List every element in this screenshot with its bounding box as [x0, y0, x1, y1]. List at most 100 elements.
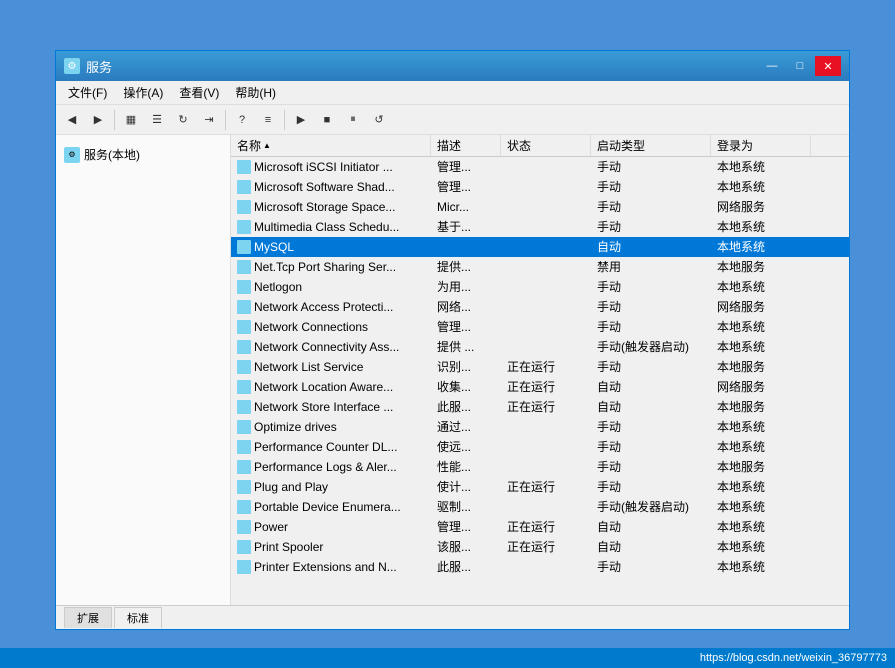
close-button[interactable]: ✕ [815, 56, 841, 76]
window-title: 服务 [86, 57, 112, 76]
properties-button[interactable]: ≡ [256, 108, 280, 132]
service-startup: 禁用 [591, 257, 711, 276]
menu-view[interactable]: 查看(V) [171, 82, 227, 103]
list-body[interactable]: Microsoft iSCSI Initiator ... 管理... 手动 本… [231, 157, 849, 605]
table-row[interactable]: Performance Logs & Aler... 性能... 手动 本地服务 [231, 457, 849, 477]
service-name: Multimedia Class Schedu... [231, 219, 431, 235]
service-icon [237, 560, 251, 574]
sidebar-item-local[interactable]: ⚙ 服务(本地) [60, 143, 226, 166]
service-startup: 手动 [591, 277, 711, 296]
tab-expand[interactable]: 扩展 [64, 607, 112, 628]
table-row[interactable]: Print Spooler 该服... 正在运行 自动 本地系统 [231, 537, 849, 557]
service-startup: 自动 [591, 377, 711, 396]
table-row[interactable]: Performance Counter DL... 使远... 手动 本地系统 [231, 437, 849, 457]
export-button[interactable]: ⇥ [197, 108, 221, 132]
menu-help[interactable]: 帮助(H) [227, 82, 284, 103]
table-row[interactable]: Network Access Protecti... 网络... 手动 网络服务 [231, 297, 849, 317]
toolbar-sep-2 [225, 110, 226, 130]
service-startup: 手动 [591, 457, 711, 476]
toolbar-sep-1 [114, 110, 115, 130]
back-button[interactable]: ◀ [60, 108, 84, 132]
service-login: 网络服务 [711, 197, 811, 216]
service-desc: 为用... [431, 277, 501, 296]
minimize-button[interactable]: — [759, 56, 785, 76]
table-row[interactable]: Network Connectivity Ass... 提供 ... 手动(触发… [231, 337, 849, 357]
service-name: Plug and Play [231, 479, 431, 495]
service-icon [237, 220, 251, 234]
service-login: 本地系统 [711, 277, 811, 296]
table-row[interactable]: MySQL 自动 本地系统 [231, 237, 849, 257]
service-status: 正在运行 [501, 477, 591, 496]
col-header-name[interactable]: 名称 ▲ [231, 135, 431, 156]
service-icon [237, 520, 251, 534]
service-desc: 使计... [431, 477, 501, 496]
sort-arrow: ▲ [263, 141, 271, 150]
list-button[interactable]: ☰ [145, 108, 169, 132]
service-icon [237, 400, 251, 414]
pause-button[interactable]: ⏸ [341, 108, 365, 132]
table-row[interactable]: Net.Tcp Port Sharing Ser... 提供... 禁用 本地服… [231, 257, 849, 277]
service-startup: 自动 [591, 237, 711, 256]
view-button[interactable]: ▦ [119, 108, 143, 132]
service-startup: 手动 [591, 477, 711, 496]
table-row[interactable]: Printer Extensions and N... 此服... 手动 本地系… [231, 557, 849, 577]
table-row[interactable]: Microsoft Storage Space... Micr... 手动 网络… [231, 197, 849, 217]
col-header-login[interactable]: 登录为 [711, 135, 811, 156]
service-desc: Micr... [431, 199, 501, 215]
table-row[interactable]: Microsoft Software Shad... 管理... 手动 本地系统 [231, 177, 849, 197]
service-desc: 网络... [431, 297, 501, 316]
service-desc: 通过... [431, 417, 501, 436]
menu-file[interactable]: 文件(F) [60, 82, 115, 103]
list-header: 名称 ▲ 描述 状态 启动类型 登录为 [231, 135, 849, 157]
service-desc: 管理... [431, 517, 501, 536]
stop-button[interactable]: ■ [315, 108, 339, 132]
service-startup: 手动(触发器启动) [591, 497, 711, 516]
table-row[interactable]: Power 管理... 正在运行 自动 本地系统 [231, 517, 849, 537]
tab-standard[interactable]: 标准 [114, 607, 162, 628]
col-header-startup[interactable]: 启动类型 [591, 135, 711, 156]
col-header-status[interactable]: 状态 [501, 135, 591, 156]
service-desc: 收集... [431, 377, 501, 396]
start-button[interactable]: ▶ [289, 108, 313, 132]
service-name: Network Connections [231, 319, 431, 335]
refresh-button[interactable]: ↻ [171, 108, 195, 132]
maximize-button[interactable]: □ [787, 56, 813, 76]
service-startup: 自动 [591, 397, 711, 416]
service-icon [237, 180, 251, 194]
service-desc: 管理... [431, 157, 501, 176]
table-row[interactable]: Network List Service 识别... 正在运行 手动 本地服务 [231, 357, 849, 377]
table-row[interactable]: Microsoft iSCSI Initiator ... 管理... 手动 本… [231, 157, 849, 177]
service-login: 本地服务 [711, 457, 811, 476]
service-status: 正在运行 [501, 537, 591, 556]
table-row[interactable]: Network Connections 管理... 手动 本地系统 [231, 317, 849, 337]
help-icon-btn[interactable]: ? [230, 108, 254, 132]
status-bar: https://blog.csdn.net/weixin_36797773 [0, 648, 895, 668]
table-row[interactable]: Optimize drives 通过... 手动 本地系统 [231, 417, 849, 437]
table-row[interactable]: Portable Device Enumera... 驱制... 手动(触发器启… [231, 497, 849, 517]
title-bar: ⚙ 服务 — □ ✕ [56, 51, 849, 81]
forward-button[interactable]: ▶ [86, 108, 110, 132]
service-list: 名称 ▲ 描述 状态 启动类型 登录为 Mi [231, 135, 849, 605]
service-login: 本地系统 [711, 157, 811, 176]
service-name: Microsoft iSCSI Initiator ... [231, 159, 431, 175]
table-row[interactable]: Netlogon 为用... 手动 本地系统 [231, 277, 849, 297]
table-row[interactable]: Network Store Interface ... 此服... 正在运行 自… [231, 397, 849, 417]
menu-action[interactable]: 操作(A) [115, 82, 171, 103]
service-desc: 该服... [431, 537, 501, 556]
service-icon [237, 300, 251, 314]
service-login: 本地服务 [711, 357, 811, 376]
service-startup: 手动 [591, 197, 711, 216]
service-login: 本地系统 [711, 477, 811, 496]
col-header-desc[interactable]: 描述 [431, 135, 501, 156]
restart-button[interactable]: ↺ [367, 108, 391, 132]
service-name: Network Store Interface ... [231, 399, 431, 415]
table-row[interactable]: Multimedia Class Schedu... 基于... 手动 本地系统 [231, 217, 849, 237]
table-row[interactable]: Plug and Play 使计... 正在运行 手动 本地系统 [231, 477, 849, 497]
service-login: 本地系统 [711, 337, 811, 356]
service-icon [237, 160, 251, 174]
service-status [501, 306, 591, 308]
local-services-icon: ⚙ [64, 147, 80, 163]
service-name: Network Connectivity Ass... [231, 339, 431, 355]
table-row[interactable]: Network Location Aware... 收集... 正在运行 自动 … [231, 377, 849, 397]
service-login: 本地服务 [711, 257, 811, 276]
